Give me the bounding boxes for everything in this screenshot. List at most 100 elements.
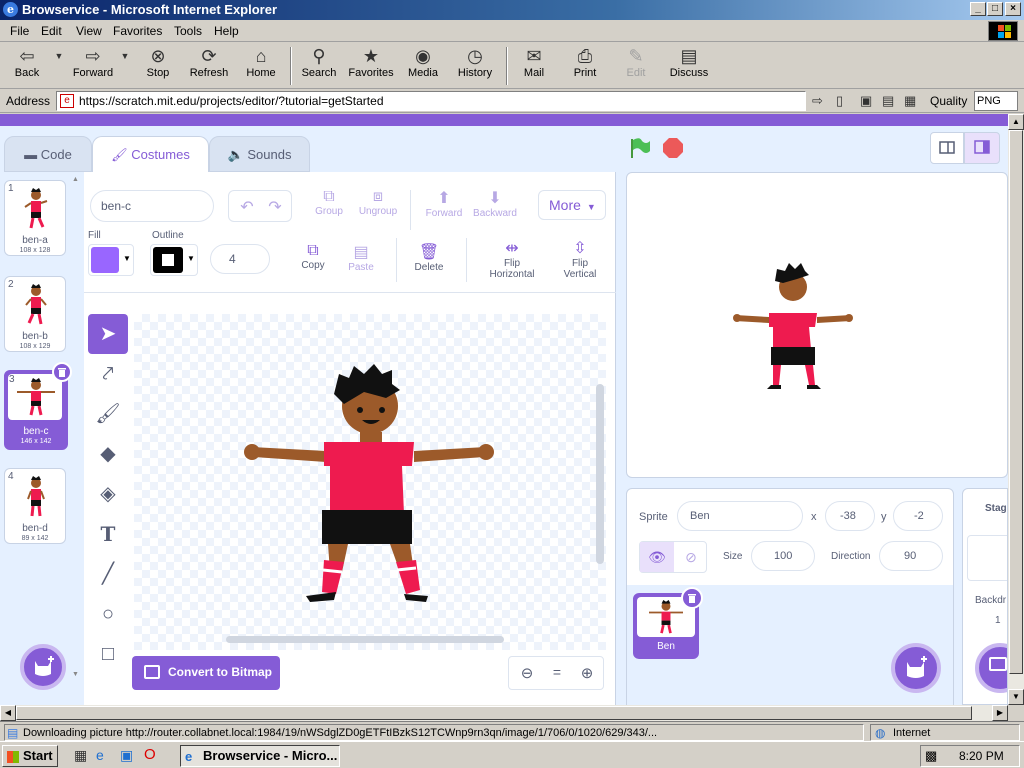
close-button[interactable]: ×: [1005, 2, 1021, 16]
costume-item-ben-c[interactable]: 3 ben-c 146 x 142: [4, 362, 72, 450]
page-vertical-scrollbar[interactable]: ▲ ▼: [1008, 114, 1024, 705]
tab-sounds[interactable]: 🔈 Sounds: [209, 136, 310, 172]
choose-sprite-button[interactable]: [891, 643, 941, 693]
start-button[interactable]: Start: [2, 745, 58, 767]
costume-list-scrollbar[interactable]: ▲ ▼: [72, 176, 79, 682]
show-sprite-button[interactable]: 👁: [640, 542, 674, 572]
maximize-button[interactable]: □: [987, 2, 1003, 16]
delete-costume-button[interactable]: [52, 362, 72, 382]
menu-tools[interactable]: Tools: [174, 24, 202, 38]
home-button[interactable]: ⌂ Home: [242, 45, 280, 87]
group-button[interactable]: ⧉ Group: [310, 188, 348, 217]
zoom-out-button[interactable]: ⊖: [515, 664, 539, 682]
tab-costumes[interactable]: 🖌 Costumes: [92, 136, 209, 172]
quality-select[interactable]: PNG: [974, 91, 1018, 111]
copy-button[interactable]: ⧉ Copy: [296, 242, 330, 271]
choose-costume-button[interactable]: [20, 644, 66, 690]
edit-button[interactable]: ✎ Edit: [618, 45, 654, 87]
costume-item-ben-d[interactable]: 4 ben-d 89 x 142: [4, 468, 66, 544]
scroll-up-icon[interactable]: ▲: [1008, 114, 1024, 130]
favorites-button[interactable]: ★ Favorites: [344, 45, 398, 87]
stage[interactable]: [626, 172, 1008, 478]
line-tool[interactable]: ╱: [88, 554, 128, 594]
paint-canvas[interactable]: [134, 314, 606, 650]
flip-vertical-button[interactable]: ⇳ Flip Vertical: [558, 238, 602, 280]
stop-button[interactable]: ⊗ Stop: [140, 45, 176, 87]
select-tool[interactable]: ➤: [88, 314, 128, 354]
scroll-left-icon[interactable]: ◀: [0, 705, 16, 721]
forward-layer-button[interactable]: ⬆ Forward: [422, 188, 466, 219]
scroll-right-icon[interactable]: ▶: [992, 705, 1008, 721]
direction-input[interactable]: 90: [879, 541, 943, 571]
fill-tool[interactable]: ◈: [88, 474, 128, 514]
scroll-down-icon[interactable]: ▼: [1008, 689, 1024, 705]
ungroup-button[interactable]: ⧈ Ungroup: [354, 188, 402, 217]
eraser-tool[interactable]: ◆: [88, 434, 128, 474]
menu-favorites[interactable]: Favorites: [113, 24, 162, 38]
go-arrow-icon[interactable]: ⇨: [812, 93, 823, 109]
green-flag-icon[interactable]: [628, 136, 652, 160]
menu-help[interactable]: Help: [214, 24, 239, 38]
circle-tool[interactable]: ○: [88, 594, 128, 634]
size-input[interactable]: 100: [751, 541, 815, 571]
stage-thumbnail[interactable]: [967, 535, 1007, 581]
text-tool[interactable]: T: [88, 514, 128, 554]
clipboard-icon[interactable]: ▦: [904, 93, 916, 109]
explorer-quicklaunch-icon[interactable]: ▣: [120, 747, 133, 764]
address-input[interactable]: e https://scratch.mit.edu/projects/edito…: [56, 91, 806, 111]
menu-edit[interactable]: Edit: [41, 24, 62, 38]
zoom-reset-button[interactable]: =: [545, 664, 569, 680]
backward-layer-button[interactable]: ⬇ Backward: [470, 188, 520, 219]
ie-quicklaunch-icon[interactable]: e: [96, 747, 104, 763]
x-position-input[interactable]: -38: [825, 501, 875, 531]
bookmark-icon[interactable]: ▯: [836, 93, 843, 109]
redo-button[interactable]: ↷: [263, 197, 287, 217]
sprite-name-input[interactable]: Ben: [677, 501, 803, 531]
back-dropdown[interactable]: ▼: [52, 45, 66, 87]
taskbar-item-browser[interactable]: e Browservice - Micro...: [180, 745, 340, 767]
stop-sign-icon[interactable]: [662, 137, 684, 159]
brush-tool[interactable]: 🖌: [88, 394, 128, 434]
forward-dropdown[interactable]: ▼: [118, 45, 132, 87]
canvas-vertical-scrollbar[interactable]: [596, 384, 604, 564]
refresh-button[interactable]: ⟳ Refresh: [186, 45, 232, 87]
reshape-tool[interactable]: ⤤: [88, 354, 128, 394]
small-stage-button[interactable]: [930, 132, 964, 164]
show-desktop-icon[interactable]: ▦: [74, 747, 87, 764]
scroll-thumb[interactable]: [1009, 130, 1023, 674]
delete-button[interactable]: 🗑 Delete: [410, 242, 448, 273]
delete-sprite-button[interactable]: [681, 587, 703, 609]
copy-icon[interactable]: ▤: [882, 93, 894, 109]
page-horizontal-scrollbar[interactable]: ◀ ▶: [0, 705, 1008, 721]
window-title-bar[interactable]: e Browservice - Microsoft Internet Explo…: [0, 0, 1024, 20]
outline-width-input[interactable]: 4: [210, 244, 270, 274]
minimize-button[interactable]: _: [970, 2, 986, 16]
y-position-input[interactable]: -2: [893, 501, 943, 531]
fill-color-button[interactable]: ▼: [88, 244, 134, 276]
history-button[interactable]: ◷ History: [452, 45, 498, 87]
stage-selector[interactable]: Stag Backdr 1: [962, 488, 1008, 705]
convert-to-bitmap-button[interactable]: Convert to Bitmap: [132, 656, 280, 690]
search-button[interactable]: ⚲ Search: [298, 45, 340, 87]
media-button[interactable]: ◉ Media: [404, 45, 442, 87]
undo-button[interactable]: ↶: [235, 197, 259, 217]
sprite-thumbnail-ben[interactable]: Ben: [633, 587, 703, 659]
flip-horizontal-button[interactable]: ⇹ Flip Horizontal: [482, 238, 542, 280]
scroll-thumb[interactable]: [16, 706, 972, 720]
menu-file[interactable]: File: [10, 24, 29, 38]
menu-view[interactable]: View: [76, 24, 102, 38]
costume-item-ben-b[interactable]: 2 ben-b 108 x 129: [4, 276, 66, 352]
outline-color-button[interactable]: ▼: [150, 244, 198, 276]
print-button[interactable]: ⎙ Print: [566, 45, 604, 87]
costume-name-input[interactable]: ben-c: [90, 190, 214, 222]
costume-item-ben-a[interactable]: 1 ben-a 108 x 128: [4, 180, 66, 256]
mail-button[interactable]: ✉ Mail: [514, 45, 554, 87]
paste-button[interactable]: ▤ Paste: [342, 242, 380, 273]
network-icon[interactable]: ▩: [925, 748, 937, 764]
hide-sprite-button[interactable]: ⊘: [674, 542, 708, 572]
discuss-button[interactable]: ▤ Discuss: [666, 45, 712, 87]
screenshot-icon[interactable]: ▣: [860, 93, 872, 109]
canvas-horizontal-scrollbar[interactable]: [226, 636, 504, 643]
large-stage-button[interactable]: [964, 132, 1000, 164]
back-button[interactable]: ⇦ Back: [4, 45, 50, 87]
